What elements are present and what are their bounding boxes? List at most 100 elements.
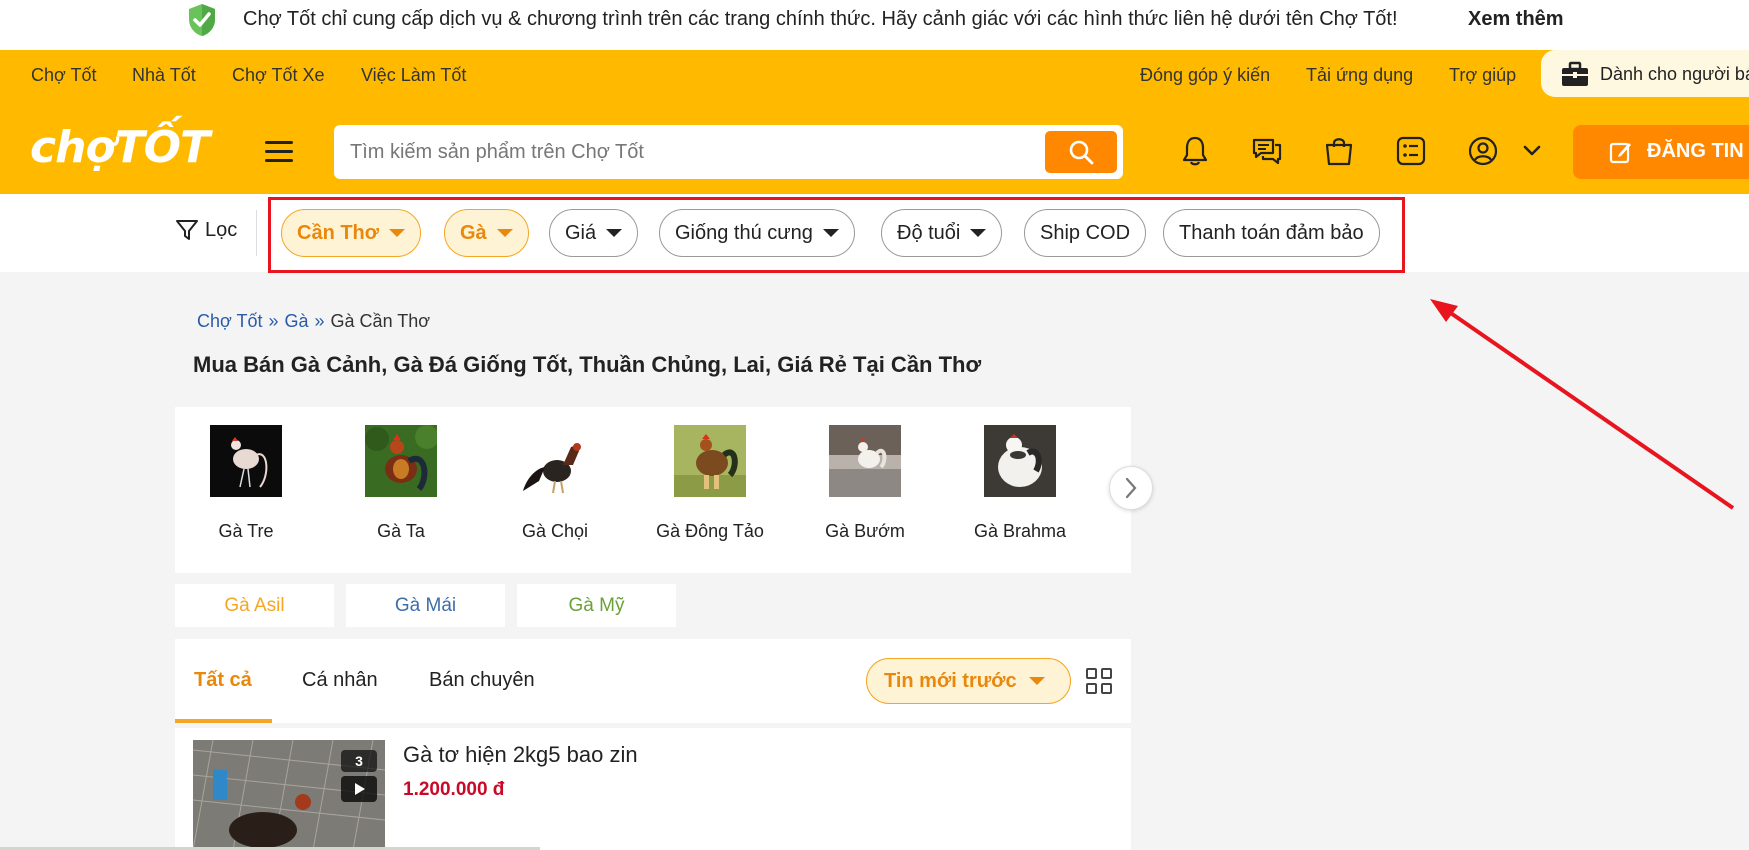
tag-label: Gà Asil <box>224 594 285 616</box>
shield-check-icon <box>189 4 215 36</box>
carousel-next-button[interactable] <box>1109 466 1153 510</box>
caret-down-icon <box>606 229 623 237</box>
red-arrow-annotation <box>1430 299 1735 510</box>
caret-down-icon <box>496 229 513 237</box>
tag-ga-asil[interactable]: Gà Asil <box>175 584 334 627</box>
post-listing-label: ĐĂNG TIN <box>1647 140 1744 162</box>
tag-label: Gà Mỹ <box>568 594 625 616</box>
age-filter-chip[interactable]: Độ tuổi <box>881 209 1003 257</box>
search-box <box>334 125 1123 179</box>
chip-label: Gà <box>460 221 487 244</box>
subcategory-ga-ta[interactable]: Gà Ta <box>331 425 471 542</box>
caret-down-icon <box>389 229 405 237</box>
subcategory-ga-brahma[interactable]: Gà Brahma <box>950 425 1090 542</box>
edit-icon <box>1609 142 1631 164</box>
price-filter-chip[interactable]: Giá <box>549 209 639 257</box>
filter-bar: Lọc Cần Thơ Gà Giá Giống thú cưng Độ tuổ… <box>0 194 1749 272</box>
subcategory-label: Gà Đông Tảo <box>656 521 764 541</box>
subcategory-carousel: Gà Tre Gà Ta Gà Chọi Gà Đông Tảo Gà Bướm… <box>175 407 1131 573</box>
breadcrumb: Chợ Tốt» Gà» Gà Cần Thơ <box>197 311 431 331</box>
filter-label: Lọc <box>205 218 238 241</box>
subcategory-label: Gà Tre <box>218 521 274 541</box>
chat-icon[interactable] <box>1250 134 1284 168</box>
listing-photo[interactable]: 3 <box>193 740 385 850</box>
subcategory-label: Gà Chọi <box>521 521 589 541</box>
manage-listings-icon[interactable] <box>1394 134 1428 168</box>
chip-label: Giá <box>565 221 597 244</box>
search-icon <box>1069 140 1094 165</box>
chip-label: Cần Thơ <box>297 221 379 244</box>
subcategory-label: Gà Ta <box>377 521 425 541</box>
shopping-bag-icon[interactable] <box>1322 134 1356 168</box>
nav-link-nha-tot[interactable]: Nhà Tốt <box>132 65 196 86</box>
active-tab-indicator <box>175 719 272 723</box>
nav-link-cho-tot-xe[interactable]: Chợ Tốt Xe <box>232 65 325 86</box>
nav-link-cho-tot[interactable]: Chợ Tốt <box>31 65 97 86</box>
ga-dong-tao-image <box>674 425 746 497</box>
bell-icon[interactable] <box>1178 134 1212 168</box>
listing-title[interactable]: Gà tơ hiện 2kg5 bao zin <box>403 742 638 768</box>
subcategory-ga-dong-tao[interactable]: Gà Đông Tảo <box>640 425 780 542</box>
download-app-link[interactable]: Tải ứng dụng <box>1306 65 1413 86</box>
listing-tabs: Tất cả Cá nhân Bán chuyên Tin mới trước <box>175 639 1131 723</box>
for-sellers-label: Dành cho người bá <box>1600 64 1749 84</box>
ga-tre-image <box>210 425 282 497</box>
search-input[interactable] <box>350 137 1030 167</box>
user-account-icon[interactable] <box>1466 134 1500 168</box>
location-filter-chip[interactable]: Cần Thơ <box>281 209 421 257</box>
breadcrumb-category[interactable]: Gà <box>285 311 309 331</box>
ga-brahma-image <box>984 425 1056 497</box>
ga-ta-image <box>365 425 439 497</box>
ship-cod-chip[interactable]: Ship COD <box>1024 209 1147 257</box>
tag-label: Gà Mái <box>394 594 457 616</box>
category-filter-chip[interactable]: Gà <box>444 209 529 257</box>
post-listing-button[interactable]: ĐĂNG TIN <box>1573 125 1749 179</box>
tag-ga-my[interactable]: Gà Mỹ <box>517 584 676 627</box>
tag-ga-mai[interactable]: Gà Mái <box>346 584 505 627</box>
see-more-link[interactable]: Xem thêm <box>1468 8 1564 31</box>
top-nav-bar: Chợ Tốt Nhà Tốt Chợ Tốt Xe Việc Làm Tốt … <box>0 50 1749 101</box>
listing-item[interactable]: 3 Gà tơ hiện 2kg5 bao zin 1.200.000 đ <box>175 728 1131 850</box>
scam-warning-bar: Chợ Tốt chỉ cung cấp dịch vụ & chương tr… <box>0 0 1749 50</box>
chip-label: Giống thú cưng <box>675 221 813 244</box>
page-title: Mua Bán Gà Cảnh, Gà Đá Giống Tốt, Thuần … <box>193 352 982 377</box>
image-count-badge: 3 <box>341 750 377 772</box>
subcategory-label: Gà Bướm <box>825 521 905 541</box>
subcategory-ga-choi[interactable]: Gà Chọi <box>485 425 625 542</box>
caret-down-icon <box>1028 677 1045 685</box>
hamburger-menu-icon[interactable] <box>265 141 293 163</box>
subcategory-ga-buom[interactable]: Gà Bướm <box>795 425 935 542</box>
sort-dropdown[interactable]: Tin mới trước <box>866 658 1071 704</box>
main-header: chợTỐT ĐĂNG TIN <box>0 101 1749 194</box>
chip-label: Ship COD <box>1040 221 1131 244</box>
feedback-link[interactable]: Đóng góp ý kiến <box>1140 65 1270 86</box>
breed-filter-chip[interactable]: Giống thú cưng <box>659 209 855 257</box>
search-button[interactable] <box>1045 131 1117 173</box>
sort-label: Tin mới trước <box>884 669 1017 692</box>
for-sellers-button[interactable]: Dành cho người bá <box>1541 50 1749 97</box>
cho-tot-logo[interactable]: chợTỐT <box>30 122 210 173</box>
video-play-icon <box>341 776 377 802</box>
breadcrumb-current: Gà Cần Thơ <box>330 311 431 331</box>
warning-text: Chợ Tốt chỉ cung cấp dịch vụ & chương tr… <box>243 8 1398 30</box>
divider <box>256 210 257 256</box>
grid-view-icon[interactable] <box>1086 668 1114 696</box>
ga-choi-image <box>519 425 591 497</box>
listing-price: 1.200.000 đ <box>403 779 505 800</box>
subcategory-ga-tre[interactable]: Gà Tre <box>176 425 316 542</box>
tab-individual[interactable]: Cá nhân <box>302 669 378 692</box>
filter-button[interactable]: Lọc <box>175 218 237 242</box>
chevron-down-icon[interactable] <box>1515 134 1549 168</box>
subcategory-label: Gà Brahma <box>973 521 1067 541</box>
ga-buom-image <box>829 425 901 497</box>
briefcase-icon <box>1562 61 1588 86</box>
secure-payment-chip[interactable]: Thanh toán đảm bảo <box>1163 209 1380 257</box>
tab-professional[interactable]: Bán chuyên <box>429 669 535 692</box>
help-link[interactable]: Trợ giúp <box>1449 65 1516 86</box>
funnel-icon <box>176 220 198 240</box>
chip-label: Độ tuổi <box>897 221 961 244</box>
breadcrumb-home[interactable]: Chợ Tốt <box>197 311 263 331</box>
nav-link-viec-lam-tot[interactable]: Việc Làm Tốt <box>361 65 466 86</box>
tab-all[interactable]: Tất cả <box>194 669 252 692</box>
chevron-right-icon <box>1125 477 1137 499</box>
